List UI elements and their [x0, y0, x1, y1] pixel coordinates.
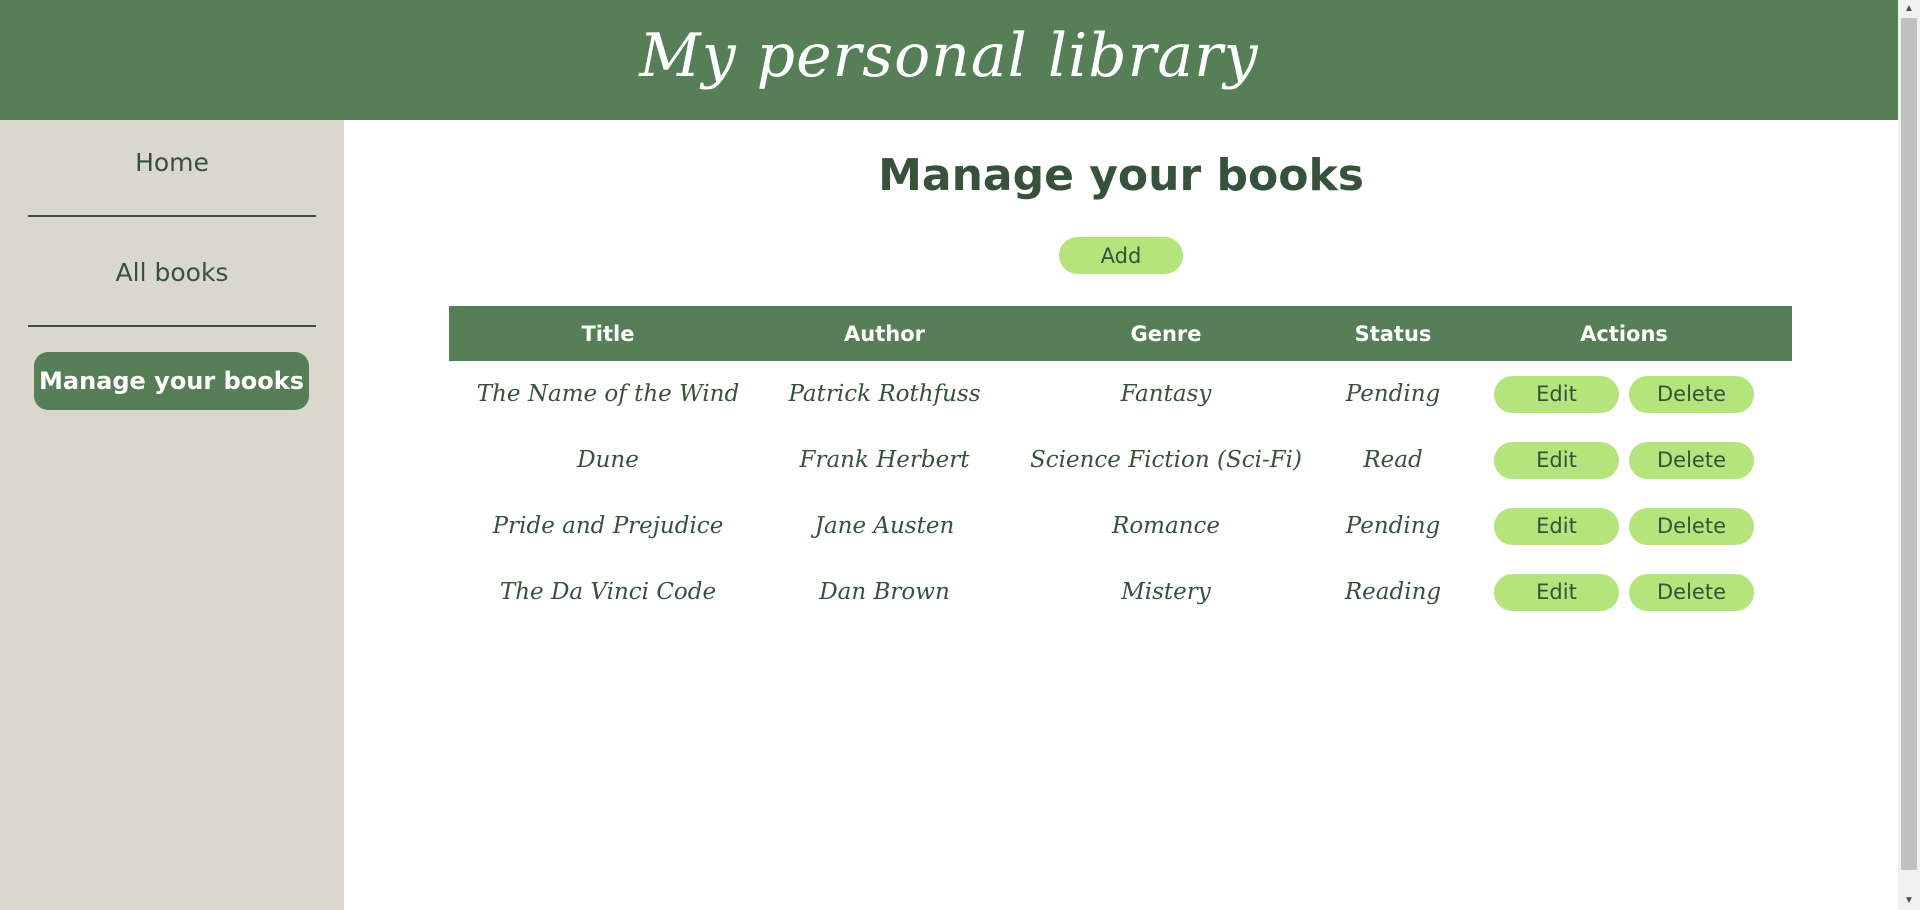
sidebar-divider [28, 215, 316, 217]
sidebar: Home All books Manage your books [0, 120, 344, 910]
add-button[interactable]: Add [1059, 237, 1183, 274]
cell-actions: Edit Delete [1456, 573, 1792, 611]
sidebar-item-all-books[interactable]: All books [28, 258, 316, 287]
scroll-up-arrow-icon[interactable]: ▲ [1898, 0, 1920, 18]
column-header-actions: Actions [1580, 321, 1668, 346]
app: My personal library Home All books Manag… [0, 0, 1920, 910]
cell-author: Dan Brown [819, 579, 950, 605]
cell-author: Frank Herbert [799, 447, 970, 473]
cell-genre: Science Fiction (Sci-Fi) [1029, 447, 1302, 473]
main-content: Manage your books Add Title Author Genre… [344, 120, 1898, 910]
cell-genre: Mistery [1121, 579, 1211, 605]
table-row: The Name of the Wind Patrick Rothfuss Fa… [449, 361, 1792, 427]
cell-status: Pending [1345, 513, 1441, 539]
cell-status: Reading [1344, 579, 1442, 605]
column-header-author: Author [844, 321, 925, 346]
cell-actions: Edit Delete [1456, 375, 1792, 413]
cell-title: The Da Vinci Code [499, 579, 717, 605]
cell-genre: Romance [1112, 513, 1220, 539]
header: My personal library [0, 0, 1898, 120]
books-table: Title Author Genre Status Actions The Na… [449, 306, 1792, 625]
cell-status: Read [1363, 447, 1423, 473]
scroll-down-arrow-icon[interactable]: ▼ [1898, 892, 1920, 910]
site-title: My personal library [639, 21, 1259, 91]
column-header-genre: Genre [1130, 321, 1202, 346]
edit-button[interactable]: Edit [1494, 573, 1619, 611]
cell-actions: Edit Delete [1456, 507, 1792, 545]
cell-genre: Fantasy [1120, 381, 1212, 407]
column-header-title: Title [581, 321, 635, 346]
cell-title: Pride and Prejudice [492, 513, 724, 539]
table-row: Pride and Prejudice Jane Austen Romance … [449, 493, 1792, 559]
cell-title: Dune [577, 447, 639, 473]
scrollbar-thumb[interactable] [1901, 18, 1917, 870]
sidebar-item-manage-books[interactable]: Manage your books [34, 352, 309, 410]
edit-button[interactable]: Edit [1494, 441, 1619, 479]
cell-actions: Edit Delete [1456, 441, 1792, 479]
vertical-scrollbar[interactable]: ▲ ▼ [1898, 0, 1920, 910]
table-row: Dune Frank Herbert Science Fiction (Sci-… [449, 427, 1792, 493]
cell-author: Jane Austen [814, 513, 955, 539]
sidebar-item-home[interactable]: Home [28, 148, 316, 177]
edit-button[interactable]: Edit [1494, 375, 1619, 413]
page-title: Manage your books [878, 150, 1364, 201]
cell-author: Patrick Rothfuss [788, 381, 981, 407]
delete-button[interactable]: Delete [1629, 375, 1754, 413]
delete-button[interactable]: Delete [1629, 441, 1754, 479]
table-row: The Da Vinci Code Dan Brown Mistery Read… [449, 559, 1792, 625]
edit-button[interactable]: Edit [1494, 507, 1619, 545]
cell-status: Pending [1345, 381, 1441, 407]
delete-button[interactable]: Delete [1629, 573, 1754, 611]
delete-button[interactable]: Delete [1629, 507, 1754, 545]
table-header: Title Author Genre Status Actions [449, 306, 1792, 361]
column-header-status: Status [1354, 321, 1432, 346]
cell-title: The Name of the Wind [476, 381, 740, 407]
sidebar-divider [28, 325, 316, 327]
